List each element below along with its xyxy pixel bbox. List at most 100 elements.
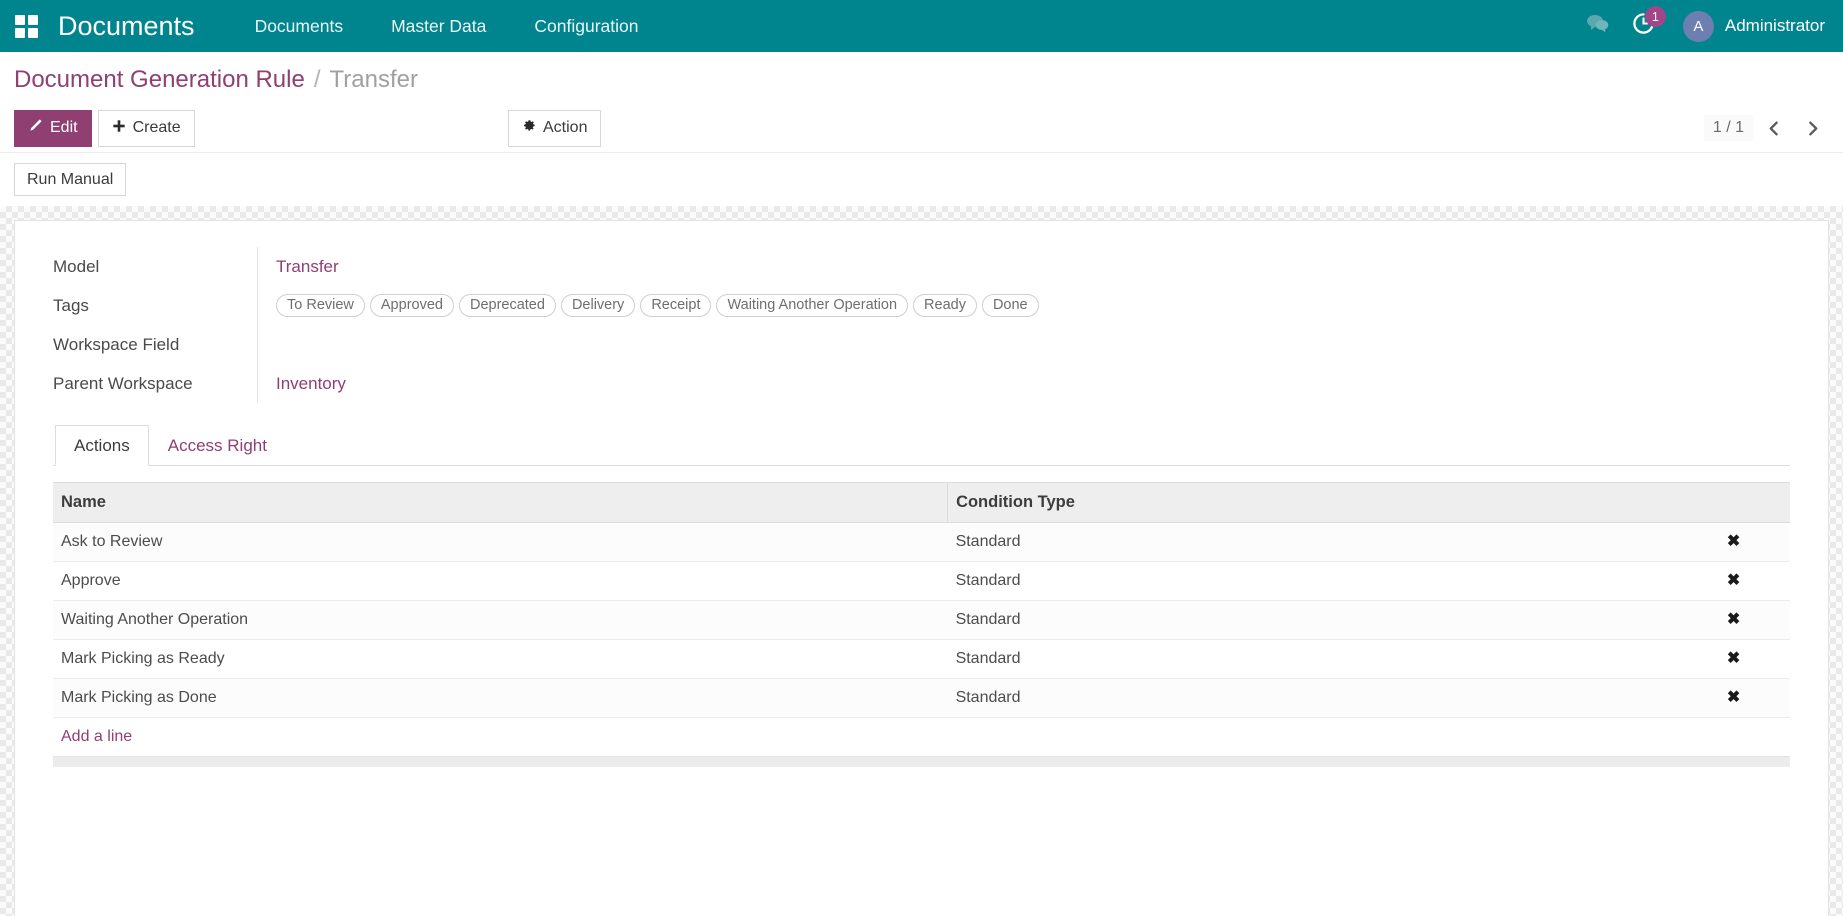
app-brand-title[interactable]: Documents — [58, 11, 195, 42]
chevron-left-icon — [1769, 120, 1778, 136]
pager-previous-button[interactable] — [1757, 112, 1791, 144]
tag-delivery[interactable]: Delivery — [560, 294, 636, 317]
value-row-parent-workspace: Inventory — [276, 364, 1790, 403]
action-button[interactable]: Action — [508, 109, 602, 147]
pager-next-button[interactable] — [1795, 112, 1829, 144]
cell-condition-type[interactable]: Standard — [947, 678, 1678, 718]
tag-approved[interactable]: Approved — [369, 294, 454, 317]
label-model: Model — [53, 256, 100, 276]
pager: 1 / 1 — [1703, 112, 1829, 144]
add-line-row[interactable]: Add a line — [53, 717, 1790, 756]
cell-name[interactable]: Ask to Review — [53, 522, 948, 562]
run-manual-button[interactable]: Run Manual — [14, 163, 127, 196]
field-row-parent-workspace: Parent Workspace — [53, 364, 245, 403]
notebook-tabs: Actions Access Right — [53, 425, 1790, 466]
navbar-right-group: 1 A Administrator — [1575, 0, 1825, 52]
form-values-column: Transfer To Review Approved Deprecated D… — [258, 247, 1790, 403]
tab-access-right[interactable]: Access Right — [149, 425, 286, 466]
record-statusbar: Run Manual — [0, 152, 1843, 206]
table-row[interactable]: Mark Picking as Ready Standard ✖ — [53, 639, 1790, 679]
cell-condition-type[interactable]: Standard — [947, 561, 1678, 601]
cell-condition-type[interactable]: Standard — [947, 522, 1678, 562]
label-tags: Tags — [53, 295, 89, 315]
cell-delete: ✖ — [1677, 600, 1790, 640]
breadcrumb-root-link[interactable]: Document Generation Rule — [14, 66, 305, 94]
table-row[interactable]: Mark Picking as Done Standard ✖ — [53, 678, 1790, 718]
menu-item-master-data[interactable]: Master Data — [367, 0, 510, 52]
value-parent-workspace[interactable]: Inventory — [276, 374, 346, 394]
create-button[interactable]: Create — [97, 109, 195, 147]
column-header-actions — [1677, 482, 1790, 523]
tag-to-review[interactable]: To Review — [276, 294, 365, 317]
action-menu-wrapper: Action — [508, 109, 602, 147]
cell-name[interactable]: Approve — [53, 561, 948, 601]
table-row[interactable]: Approve Standard ✖ — [53, 561, 1790, 601]
edit-button-label: Edit — [50, 119, 78, 136]
label-parent-workspace: Parent Workspace — [53, 373, 193, 393]
table-row[interactable]: Ask to Review Standard ✖ — [53, 522, 1790, 562]
activities-button[interactable]: 1 — [1621, 0, 1667, 52]
add-line-cell: Add a line — [53, 717, 1790, 756]
chevron-right-icon — [1808, 120, 1817, 136]
field-row-model: Model — [53, 247, 245, 286]
content-background: Model Tags Workspace Field Parent Worksp… — [0, 206, 1843, 916]
chat-bubbles-icon — [1586, 13, 1609, 39]
edit-button[interactable]: Edit — [14, 109, 92, 147]
action-button-label: Action — [543, 119, 588, 136]
breadcrumb-separator: / — [313, 66, 321, 93]
tag-deprecated[interactable]: Deprecated — [458, 294, 556, 317]
value-row-workspace-field — [276, 325, 1790, 364]
form-labels-column: Model Tags Workspace Field Parent Worksp… — [53, 247, 258, 403]
menu-item-documents[interactable]: Documents — [231, 0, 368, 52]
cell-name[interactable]: Mark Picking as Done — [53, 678, 948, 718]
column-header-name[interactable]: Name — [53, 482, 949, 523]
field-row-tags: Tags — [53, 286, 245, 325]
form-sheet: Model Tags Workspace Field Parent Worksp… — [14, 220, 1829, 916]
pencil-icon — [28, 118, 43, 138]
table-header-row: Name Condition Type — [53, 482, 1790, 523]
label-workspace-field: Workspace Field — [53, 334, 180, 354]
cell-delete: ✖ — [1677, 639, 1790, 679]
value-row-model: Transfer — [276, 247, 1790, 286]
close-x-icon[interactable]: ✖ — [1727, 611, 1740, 628]
breadcrumb: Document Generation Rule / Transfer — [0, 52, 1843, 104]
cell-delete: ✖ — [1677, 561, 1790, 601]
cell-delete: ✖ — [1677, 522, 1790, 562]
main-menu: Documents Master Data Configuration — [231, 0, 663, 52]
notebook: Actions Access Right Name Condition Type… — [53, 425, 1790, 767]
field-row-workspace-field: Workspace Field — [53, 325, 245, 364]
menu-item-configuration[interactable]: Configuration — [510, 0, 662, 52]
value-row-tags: To Review Approved Deprecated Delivery R… — [276, 286, 1790, 325]
cell-delete: ✖ — [1677, 678, 1790, 718]
cell-name[interactable]: Mark Picking as Ready — [53, 639, 948, 679]
apps-menu-button[interactable] — [0, 0, 52, 52]
table-horizontal-scrollbar[interactable] — [53, 756, 1790, 767]
breadcrumb-current: Transfer — [329, 66, 418, 93]
actions-table-body: Ask to Review Standard ✖ Approve Standar… — [53, 522, 1790, 756]
tag-waiting-another-operation[interactable]: Waiting Another Operation — [716, 294, 909, 317]
gear-icon — [522, 119, 536, 138]
tag-done[interactable]: Done — [981, 294, 1039, 317]
messages-button[interactable] — [1575, 0, 1621, 52]
column-header-condition-type[interactable]: Condition Type — [947, 482, 1678, 523]
close-x-icon[interactable]: ✖ — [1727, 533, 1740, 550]
close-x-icon[interactable]: ✖ — [1727, 650, 1740, 667]
value-model[interactable]: Transfer — [276, 257, 339, 277]
cell-condition-type[interactable]: Standard — [947, 600, 1678, 640]
user-menu[interactable]: A Administrator — [1667, 10, 1825, 42]
tag-receipt[interactable]: Receipt — [640, 294, 712, 317]
cell-condition-type[interactable]: Standard — [947, 639, 1678, 679]
tab-actions[interactable]: Actions — [55, 425, 149, 466]
table-row[interactable]: Waiting Another Operation Standard ✖ — [53, 600, 1790, 640]
record-buttons: Edit Create — [14, 109, 195, 147]
pager-count[interactable]: 1 / 1 — [1703, 115, 1753, 141]
cell-name[interactable]: Waiting Another Operation — [53, 600, 948, 640]
tag-ready[interactable]: Ready — [913, 294, 977, 317]
plus-icon — [112, 119, 126, 138]
add-a-line-link[interactable]: Add a line — [61, 728, 132, 745]
close-x-icon[interactable]: ✖ — [1727, 572, 1740, 589]
activity-count-badge: 1 — [1644, 6, 1666, 27]
control-panel: Edit Create Action 1 / 1 — [0, 104, 1843, 152]
actions-table: Name Condition Type Ask to Review Standa… — [53, 482, 1790, 756]
close-x-icon[interactable]: ✖ — [1727, 689, 1740, 706]
